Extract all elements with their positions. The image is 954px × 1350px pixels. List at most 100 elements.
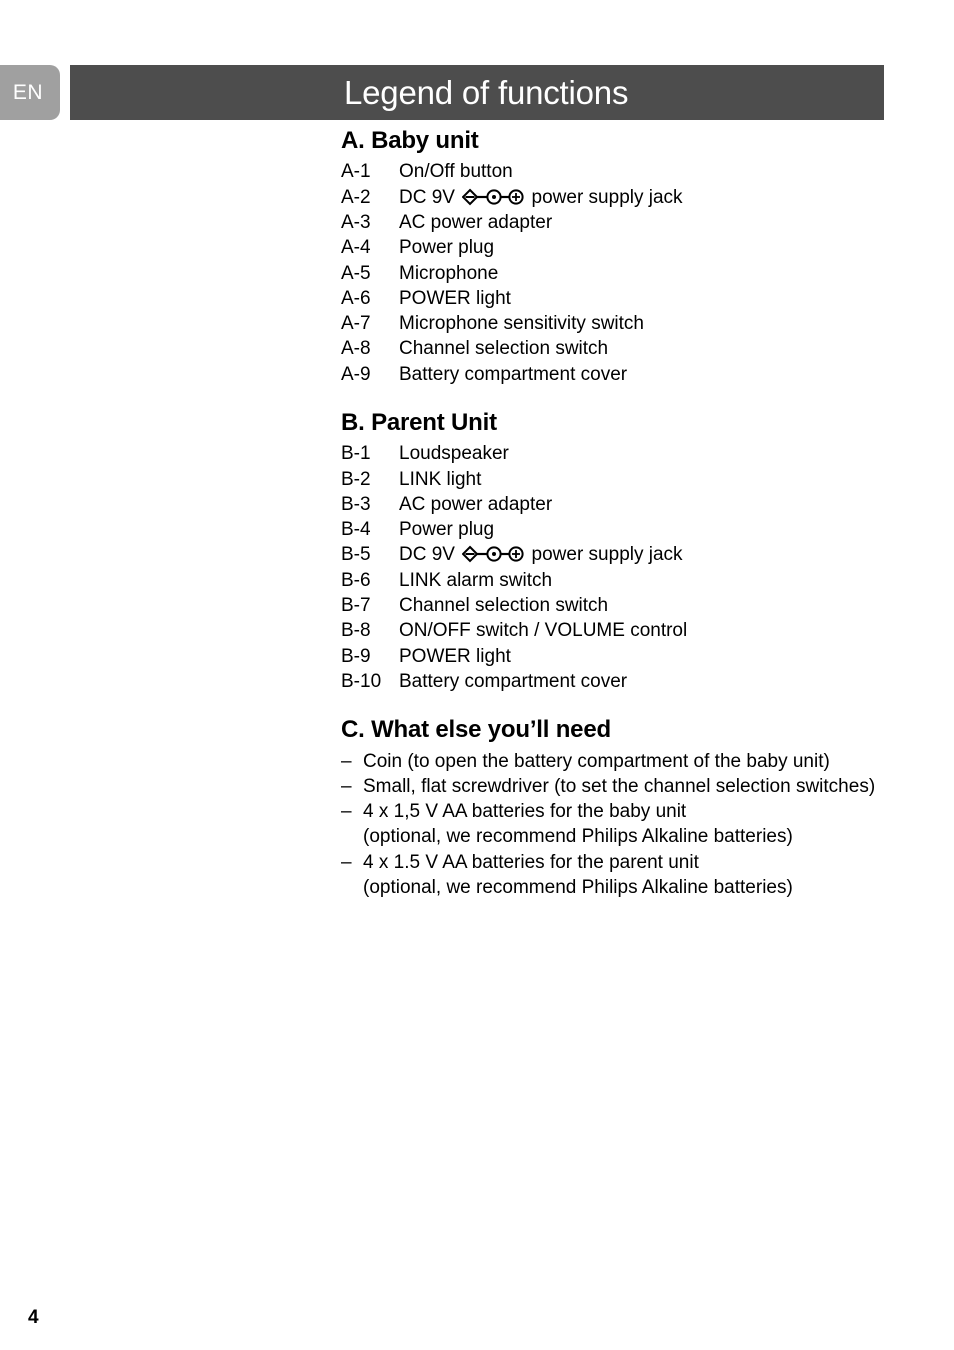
requirement-item: – Coin (to open the battery compartment o… (341, 749, 921, 774)
legend-item-label: B-1 (341, 443, 371, 465)
language-tab: EN (0, 65, 60, 120)
legend-item-text-primary: AC power adapter (399, 493, 553, 515)
legend-item-text: Power plug (399, 517, 921, 542)
requirement-text: 4 x 1.5 V AA batteries for the parent un… (363, 851, 699, 873)
legend-item-label: A-8 (341, 338, 371, 360)
requirement-text: Coin (to open the battery compartment of… (363, 750, 830, 772)
legend-item-text: LINK light (399, 467, 921, 492)
legend-item: A-2 DC 9V power supply jack (341, 185, 921, 210)
requirement-text: 4 x 1,5 V AA batteries for the baby unit (363, 801, 687, 823)
legend-item-text-primary: Channel selection switch (399, 338, 609, 360)
legend-item: A-5 Microphone (341, 261, 921, 286)
dash-bullet-icon: – (341, 750, 352, 772)
legend-item: B-5 DC 9V power supply jack (341, 542, 921, 567)
legend-item-label: B-8 (341, 620, 371, 642)
legend-item-text: On/Off button (399, 159, 921, 184)
content-column: A. Baby unit A-1 On/Off button A-2 DC 9V pow… (341, 127, 921, 900)
legend-item: B-6 LINK alarm switch (341, 568, 921, 593)
legend-item-label: A-5 (341, 262, 371, 284)
section-heading: A. Baby unit (341, 127, 479, 154)
legend-item-text: DC 9V power supply jack (399, 542, 921, 567)
requirement-row: – Small, flat screwdriver (to set the cha… (341, 774, 921, 799)
legend-item-text-primary: Channel selection switch (399, 595, 609, 617)
legend-item-text-primary: POWER light (399, 645, 511, 667)
legend-item-text: LINK alarm switch (399, 568, 921, 593)
legend-item-text: Channel selection switch (399, 593, 921, 618)
legend-item-text-primary: AC power adapter (399, 211, 553, 233)
legend-item: A-8 Channel selection switch (341, 336, 921, 361)
legend-item-label: A-7 (341, 313, 371, 335)
requirement-subtext: (optional, we recommend Philips Alkaline… (363, 877, 793, 899)
requirement-row: –4 x 1.5 V AA batteries for the parent u… (341, 850, 921, 875)
section-heading: C. What else you’ll need (341, 716, 611, 744)
legend-item-text: Power plug (399, 235, 921, 260)
page-title: Legend of functions (344, 74, 629, 111)
legend-item-text-primary: Microphone (399, 262, 499, 284)
section: C. What else you’ll need – Coin (to open t… (341, 716, 921, 900)
legend-item-text-primary: Battery compartment cover (399, 363, 628, 385)
legend-item-text: POWER light (399, 644, 921, 669)
dash-bullet-icon: – (341, 801, 352, 823)
legend-item-text: POWER light (399, 286, 921, 311)
requirements-list: – Coin (to open the battery compartment o… (341, 749, 921, 901)
page-number: 4 (28, 1307, 39, 1328)
dc-polarity-icon (462, 546, 524, 563)
legend-item-text: Loudspeaker (399, 441, 921, 466)
legend-item-text: AC power adapter (399, 210, 921, 235)
section-heading: B. Parent Unit (341, 408, 497, 436)
legend-item-text-primary: Microphone sensitivity switch (399, 313, 644, 335)
legend-item-label: A-4 (341, 237, 371, 259)
legend-item-text-primary: Power plug (399, 237, 495, 259)
legend-item-text-primary: LINK alarm switch (399, 569, 553, 591)
legend-item-label: B-3 (341, 493, 371, 515)
dash-bullet-icon: – (341, 775, 352, 797)
legend-item: B-8 ON/OFF switch / VOLUME control (341, 618, 921, 643)
legend-item-text-primary: On/Off button (399, 161, 513, 183)
legend-item: A-3 AC power adapter (341, 210, 921, 235)
legend-item-label: B-5 (341, 544, 371, 566)
legend-item: B-7 Channel selection switch (341, 593, 921, 618)
legend-item: B-3 AC power adapter (341, 492, 921, 517)
legend-item-text-primary: DC 9V (399, 544, 455, 566)
legend-item-text: DC 9V power supply jack (399, 185, 921, 210)
dc-polarity-icon (462, 188, 524, 206)
legend-item-text: ON/OFF switch / VOLUME control (399, 618, 921, 643)
legend-item: B-9 POWER light (341, 644, 921, 669)
legend-item: B-10 Battery compartment cover (341, 669, 921, 694)
requirement-item: –4 x 1,5 V AA batteries for the baby uni… (341, 799, 921, 850)
legend-item-text: Battery compartment cover (399, 362, 921, 387)
legend-item: B-2 LINK light (341, 467, 921, 492)
legend-item-text-suffix: power supply jack (531, 544, 683, 566)
legend-item: B-4 Power plug (341, 517, 921, 542)
title-bar: Legend of functions (70, 65, 884, 120)
requirement-item: – Small, flat screwdriver (to set the cha… (341, 774, 921, 799)
legend-item-label: B-6 (341, 569, 371, 591)
language-tab-label: EN (12, 81, 44, 104)
legend-item-text-primary: LINK light (399, 468, 482, 490)
legend-item-text: Microphone (399, 261, 921, 286)
requirement-row: –4 x 1,5 V AA batteries for the baby uni… (341, 799, 921, 824)
legend-item-text: Battery compartment cover (399, 669, 921, 694)
section: A. Baby unit A-1 On/Off button A-2 DC 9V pow… (341, 127, 921, 387)
legend-item-text-suffix: power supply jack (531, 186, 683, 208)
requirement-row: – Coin (to open the battery compartment o… (341, 749, 921, 774)
requirement-text: Small, flat screwdriver (to set the chan… (363, 775, 876, 797)
legend-item-label: B-9 (341, 645, 371, 667)
legend-item-label: A-2 (341, 186, 371, 208)
legend-item-text-primary: DC 9V (399, 186, 455, 208)
legend-item-text-primary: Battery compartment cover (399, 670, 628, 692)
legend-item: A-1 On/Off button (341, 159, 921, 184)
legend-item: B-1 Loudspeaker (341, 441, 921, 466)
legend-item-label: B-2 (341, 468, 371, 490)
requirement-item: –4 x 1.5 V AA batteries for the parent u… (341, 850, 921, 901)
legend-item-label: B-10 (341, 670, 382, 692)
legend-item: A-6 POWER light (341, 286, 921, 311)
legend-item: A-7 Microphone sensitivity switch (341, 311, 921, 336)
legend-item-text-primary: Loudspeaker (399, 443, 509, 465)
legend-item-label: A-6 (341, 287, 371, 309)
legend-item-list: A-1 On/Off button A-2 DC 9V power supply ja… (341, 159, 921, 387)
page-header: EN Legend of functions (0, 65, 954, 120)
legend-item-label: B-7 (341, 595, 371, 617)
legend-item-text: Channel selection switch (399, 336, 921, 361)
legend-item-text: Microphone sensitivity switch (399, 311, 921, 336)
